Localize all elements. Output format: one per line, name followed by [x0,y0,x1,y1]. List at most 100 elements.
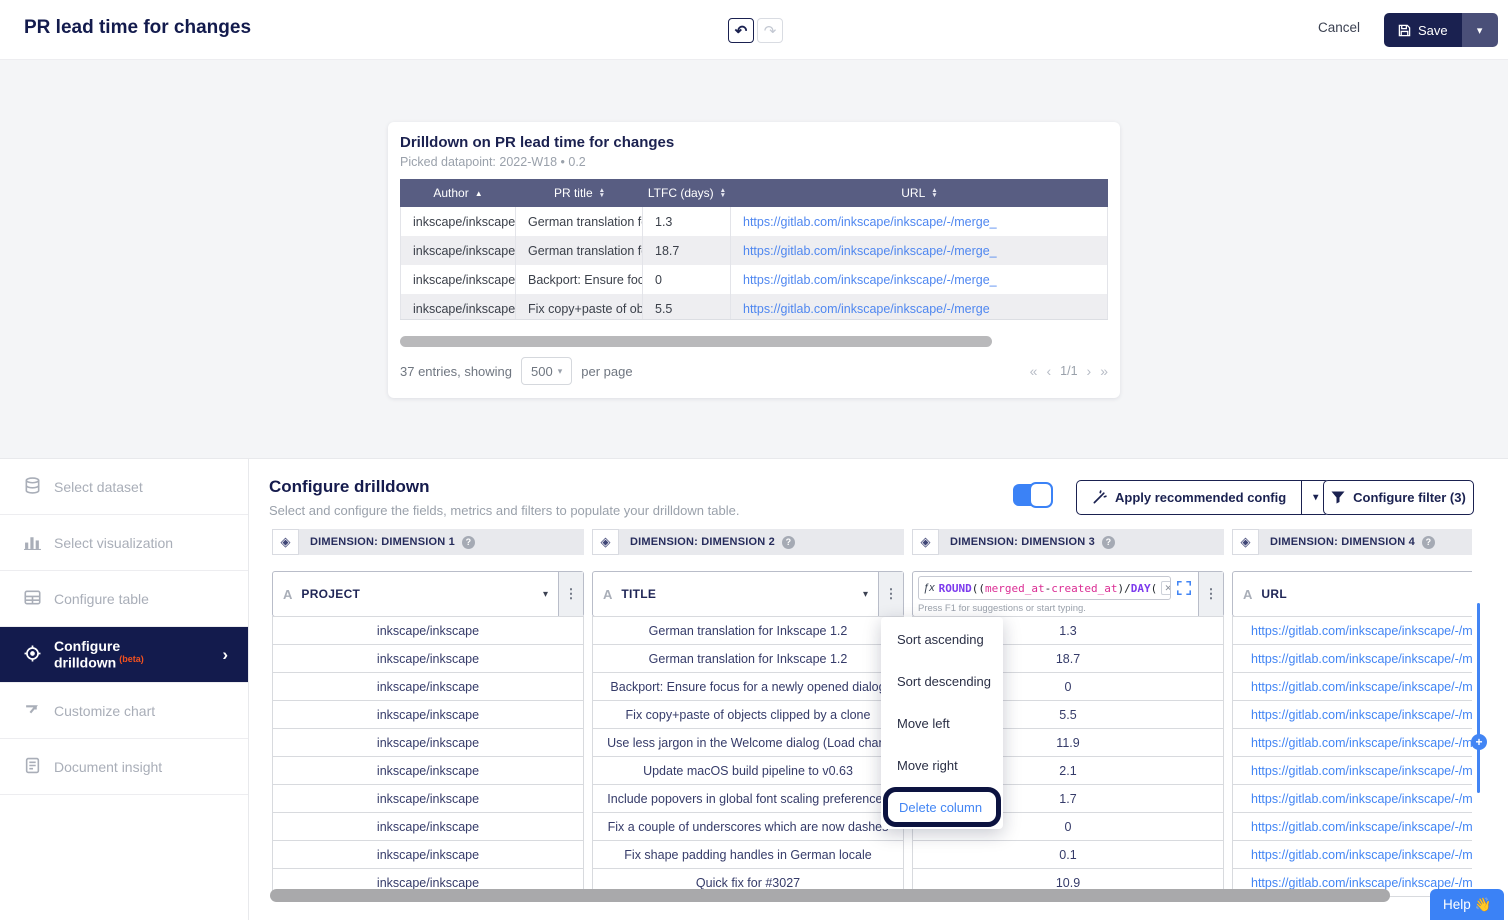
menu-item-move-left[interactable]: Move left [881,702,1003,744]
sidebar-item-configure-drilldown[interactable]: Configure drilldown(beta)› [0,627,248,683]
formula-editor: ƒxROUND((merged_at-created_at)/DAY(✕Pres… [913,572,1198,616]
row-url-link[interactable]: https://gitlab.com/inkscape/inkscape/-/m… [1251,680,1472,694]
expand-formula-icon[interactable] [1175,579,1193,597]
clear-formula-icon[interactable]: ✕ [1161,581,1171,595]
apply-recommended-config-button[interactable]: Apply recommended config [1076,480,1301,515]
field-dropdown-project[interactable]: APROJECT▾ [273,572,558,616]
column-menu-icon[interactable]: ⋮ [1198,572,1223,616]
dimension-column-4: ◈DIMENSION: DIMENSION 4?AURL▾⋮https://gi… [1232,529,1472,555]
target-icon [24,645,41,665]
dimension-header-label: DIMENSION: DIMENSION 2 [630,536,775,548]
row-url-link[interactable]: https://gitlab.com/inkscape/inkscape/-/m… [1251,708,1472,722]
formula-input[interactable]: ƒxROUND((merged_at-created_at)/DAY(✕ [918,576,1171,600]
dimension-header: ◈DIMENSION: DIMENSION 1? [272,529,584,555]
dimension-header-bar: DIMENSION: DIMENSION 4? [1259,529,1472,555]
caret-down-icon: ▾ [558,366,563,377]
first-page-icon[interactable]: « [1030,363,1038,379]
builder-horizontal-scrollbar[interactable] [270,889,1390,902]
grid-cell: 0.1 [912,840,1224,869]
help-tooltip-icon[interactable]: ? [1422,536,1435,549]
menu-item-delete-column[interactable]: Delete column [883,787,1001,827]
row-url-link[interactable]: https://gitlab.com/inkscape/inkscape/-/m… [1251,848,1472,862]
field-dropdown-title[interactable]: ATITLE▾ [593,572,878,616]
grid-cell: https://gitlab.com/inkscape/inkscape/-/m… [1232,812,1472,841]
undo-icon: ↶ [735,22,748,40]
sidebar-item-customize-chart[interactable]: Customize chart [0,683,248,739]
url-cell: https://gitlab.com/inkscape/inkscape/-/m… [731,236,1108,265]
pr-title-cell: Fix copy+paste of objects c... [516,294,643,320]
undo-button[interactable]: ↶ [728,18,754,43]
pr-title-cell: Backport: Ensure focus for ... [516,265,643,294]
page-size-select[interactable]: 500 ▾ [521,357,572,385]
diamond-icon: ◈ [592,529,619,555]
row-url-link[interactable]: https://gitlab.com/inkscape/inkscape/-/m… [1251,820,1472,834]
pr-url-link[interactable]: https://gitlab.com/inkscape/inkscape/-/m… [743,215,997,229]
last-page-icon[interactable]: » [1100,363,1108,379]
dimension-header: ◈DIMENSION: DIMENSION 3? [912,529,1224,555]
grid-cell: Fix shape padding handles in German loca… [592,840,904,869]
pr-url-link[interactable]: https://gitlab.com/inkscape/inkscape/-/m… [743,244,997,258]
row-url-link[interactable]: https://gitlab.com/inkscape/inkscape/-/m… [1251,624,1472,638]
dimension-header-bar: DIMENSION: DIMENSION 1? [299,529,584,555]
configure-filter-button[interactable]: Configure filter (3) [1323,480,1474,515]
help-button[interactable]: Help 👋 [1430,889,1504,920]
row-url-link[interactable]: https://gitlab.com/inkscape/inkscape/-/m… [1251,792,1472,806]
history-controls: ↶ ↷ [728,18,783,43]
configure-content: Configure drilldown Select and configure… [249,459,1508,920]
next-page-icon[interactable]: › [1087,363,1092,379]
sort-icon: ▲▼ [599,188,605,198]
grid-cell: https://gitlab.com/inkscape/inkscape/-/m… [1232,700,1472,729]
row-url-link[interactable]: https://gitlab.com/inkscape/inkscape/-/m… [1251,736,1472,750]
column-header-pr-title[interactable]: PR title▲▼ [516,179,643,207]
apply-config-split-button: Apply recommended config ▾ [1076,480,1330,515]
diamond-icon: ◈ [1232,529,1259,555]
grid-cell: inkscape/inkscape [272,700,584,729]
field-dropdown-url[interactable]: AURL▾ [1233,572,1472,616]
row-url-link[interactable]: https://gitlab.com/inkscape/inkscape/-/m… [1251,652,1472,666]
save-dropdown-button[interactable]: ▾ [1462,13,1498,47]
formula-token-func: ROUND [939,582,972,595]
pr-url-link[interactable]: https://gitlab.com/inkscape/inkscape/-/m… [743,302,990,316]
drilldown-enable-toggle[interactable] [1013,484,1049,506]
cancel-button[interactable]: Cancel [1318,20,1360,35]
pr-url-link[interactable]: https://gitlab.com/inkscape/inkscape/-/m… [743,273,997,287]
redo-button[interactable]: ↷ [757,18,783,43]
dimension-column-1: ◈DIMENSION: DIMENSION 1?APROJECT▾⋮inksca… [272,529,584,555]
save-button[interactable]: Save [1384,13,1462,47]
sort-down-glyph: ▼ [720,193,726,198]
sidebar-item-select-visualization[interactable]: Select visualization [0,515,248,571]
sort-icon: ▲▼ [931,188,937,198]
configure-panel: Select datasetSelect visualizationConfig… [0,458,1508,920]
grid-cell: Fix copy+paste of objects clipped by a c… [592,700,904,729]
menu-item-move-right[interactable]: Move right [881,744,1003,786]
menu-item-sort-ascending[interactable]: Sort ascending [881,618,1003,660]
card-horizontal-scrollbar[interactable] [400,336,992,347]
help-tooltip-icon[interactable]: ? [1102,536,1115,549]
help-tooltip-icon[interactable]: ? [782,536,795,549]
sidebar-item-label: Customize chart [54,703,155,719]
prev-page-icon[interactable]: ‹ [1046,363,1051,379]
column-header-author[interactable]: Author▲ [400,179,516,207]
grid-cell: inkscape/inkscape [272,756,584,785]
column-resize-indicator[interactable] [1477,603,1480,793]
row-url-link[interactable]: https://gitlab.com/inkscape/inkscape/-/m… [1251,876,1472,890]
add-column-icon[interactable]: + [1471,734,1487,750]
column-menu-icon[interactable]: ⋮ [558,572,583,616]
sidebar-item-configure-table[interactable]: Configure table [0,571,248,627]
sidebar-item-select-dataset[interactable]: Select dataset [0,459,248,515]
column-menu-icon[interactable]: ⋮ [878,572,903,616]
help-tooltip-icon[interactable]: ? [462,536,475,549]
menu-item-sort-descending[interactable]: Sort descending [881,660,1003,702]
apply-button-label: Apply recommended config [1115,490,1286,505]
caret-down-icon: ▾ [543,589,548,600]
column-context-menu: Sort ascendingSort descendingMove leftMo… [881,617,1003,829]
dimension-header-bar: DIMENSION: DIMENSION 2? [619,529,904,555]
formula-token-plain: )/ [1117,582,1130,595]
magic-wand-icon [1092,490,1107,505]
column-header-ltfc-days-[interactable]: LTFC (days)▲▼ [643,179,731,207]
sidebar-item-document-insight[interactable]: Document insight [0,739,248,795]
column-header-label: LTFC (days) [648,186,714,200]
column-header-url[interactable]: URL▲▼ [731,179,1108,207]
row-url-link[interactable]: https://gitlab.com/inkscape/inkscape/-/m… [1251,764,1472,778]
diamond-icon: ◈ [272,529,299,555]
